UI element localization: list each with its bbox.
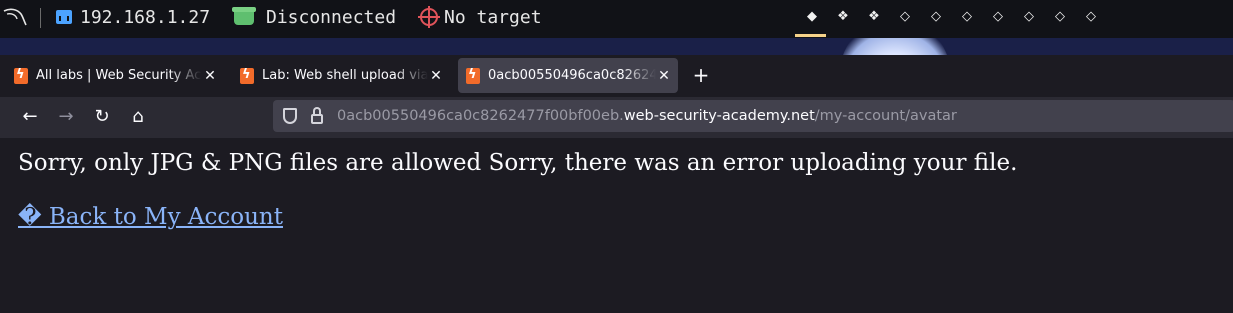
- workspace-10[interactable]: ◇: [1083, 8, 1099, 26]
- tab-all-labs[interactable]: All labs | Web Security Academy ✕: [6, 58, 224, 93]
- vpn-box-icon: [232, 6, 256, 25]
- ip-address: 192.168.1.27: [80, 6, 211, 28]
- target-text: No target: [444, 6, 542, 28]
- back-arrow-icon[interactable]: ←: [17, 105, 43, 129]
- kali-menu-icon[interactable]: [2, 0, 28, 34]
- active-workspace-indicator: [795, 34, 826, 37]
- workspace-6[interactable]: ◇: [959, 8, 975, 26]
- tab-title: 0acb00550496ca0c8262477f00bf00eb.web-sec…: [488, 68, 656, 83]
- portswigger-favicon: [466, 67, 480, 84]
- tab-close-icon[interactable]: ✕: [656, 68, 672, 84]
- url-domain: web-security-academy.net: [623, 108, 815, 124]
- tracking-shield-icon[interactable]: [283, 108, 297, 124]
- upload-error-message: Sorry, only JPG & PNG files are allowed …: [18, 150, 1018, 176]
- url-subdomain: 0acb00550496ca0c8262477f00bf00eb.: [337, 108, 624, 124]
- crosshair-icon: [418, 6, 440, 28]
- workspace-8[interactable]: ◇: [1021, 8, 1037, 26]
- workspace-4[interactable]: ◇: [897, 8, 913, 26]
- workspace-7[interactable]: ◇: [990, 8, 1006, 26]
- vpn-indicator[interactable]: Disconnected: [232, 0, 397, 34]
- workspace-5[interactable]: ◇: [928, 8, 944, 26]
- workspace-2[interactable]: ❖: [835, 8, 851, 26]
- workspace-1[interactable]: ◆: [804, 8, 820, 26]
- wallpaper-moon: [840, 38, 950, 55]
- tab-close-icon[interactable]: ✕: [202, 68, 218, 84]
- address-bar[interactable]: 0acb00550496ca0c8262477f00bf00eb.web-sec…: [273, 100, 1233, 132]
- forward-arrow-icon[interactable]: →: [53, 105, 79, 129]
- tab-close-icon[interactable]: ✕: [428, 68, 444, 84]
- reload-icon[interactable]: ↻: [89, 105, 115, 129]
- lock-icon[interactable]: [311, 107, 323, 124]
- tab-current-page[interactable]: 0acb00550496ca0c8262477f00bf00eb.web-sec…: [458, 58, 678, 93]
- panel-separator: [40, 8, 41, 28]
- portswigger-favicon: [14, 67, 28, 84]
- portswigger-favicon: [240, 67, 254, 84]
- page-content: Sorry, only JPG & PNG files are allowed …: [0, 138, 1233, 313]
- workspace-9[interactable]: ◇: [1052, 8, 1068, 26]
- system-panel: 192.168.1.27 Disconnected No target ◆ ❖ …: [0, 0, 1233, 38]
- back-to-account-link[interactable]: � Back to My Account: [18, 204, 283, 230]
- workspace-3[interactable]: ❖: [866, 8, 882, 26]
- target-indicator[interactable]: No target: [418, 0, 542, 34]
- url-path: /my-account/avatar: [814, 108, 957, 124]
- vpn-status: Disconnected: [266, 6, 397, 28]
- tab-lab-web-shell[interactable]: Lab: Web shell upload via ✕: [232, 58, 450, 93]
- ip-indicator[interactable]: 192.168.1.27: [56, 0, 210, 34]
- tab-title: All labs | Web Security Academy: [36, 68, 202, 83]
- url-text[interactable]: 0acb00550496ca0c8262477f00bf00eb.web-sec…: [337, 108, 957, 124]
- new-tab-button[interactable]: +: [690, 64, 712, 86]
- navigation-toolbar: ← → ↻ ⌂ 0acb00550496ca0c8262477f00bf00eb…: [0, 97, 1233, 138]
- home-icon[interactable]: ⌂: [125, 105, 151, 129]
- tab-bar: All labs | Web Security Academy ✕ Lab: W…: [0, 55, 1233, 97]
- kali-dragon-icon: [3, 8, 27, 26]
- network-icon: [56, 10, 72, 24]
- desktop-wallpaper: [0, 38, 1233, 55]
- tab-title: Lab: Web shell upload via: [262, 68, 428, 83]
